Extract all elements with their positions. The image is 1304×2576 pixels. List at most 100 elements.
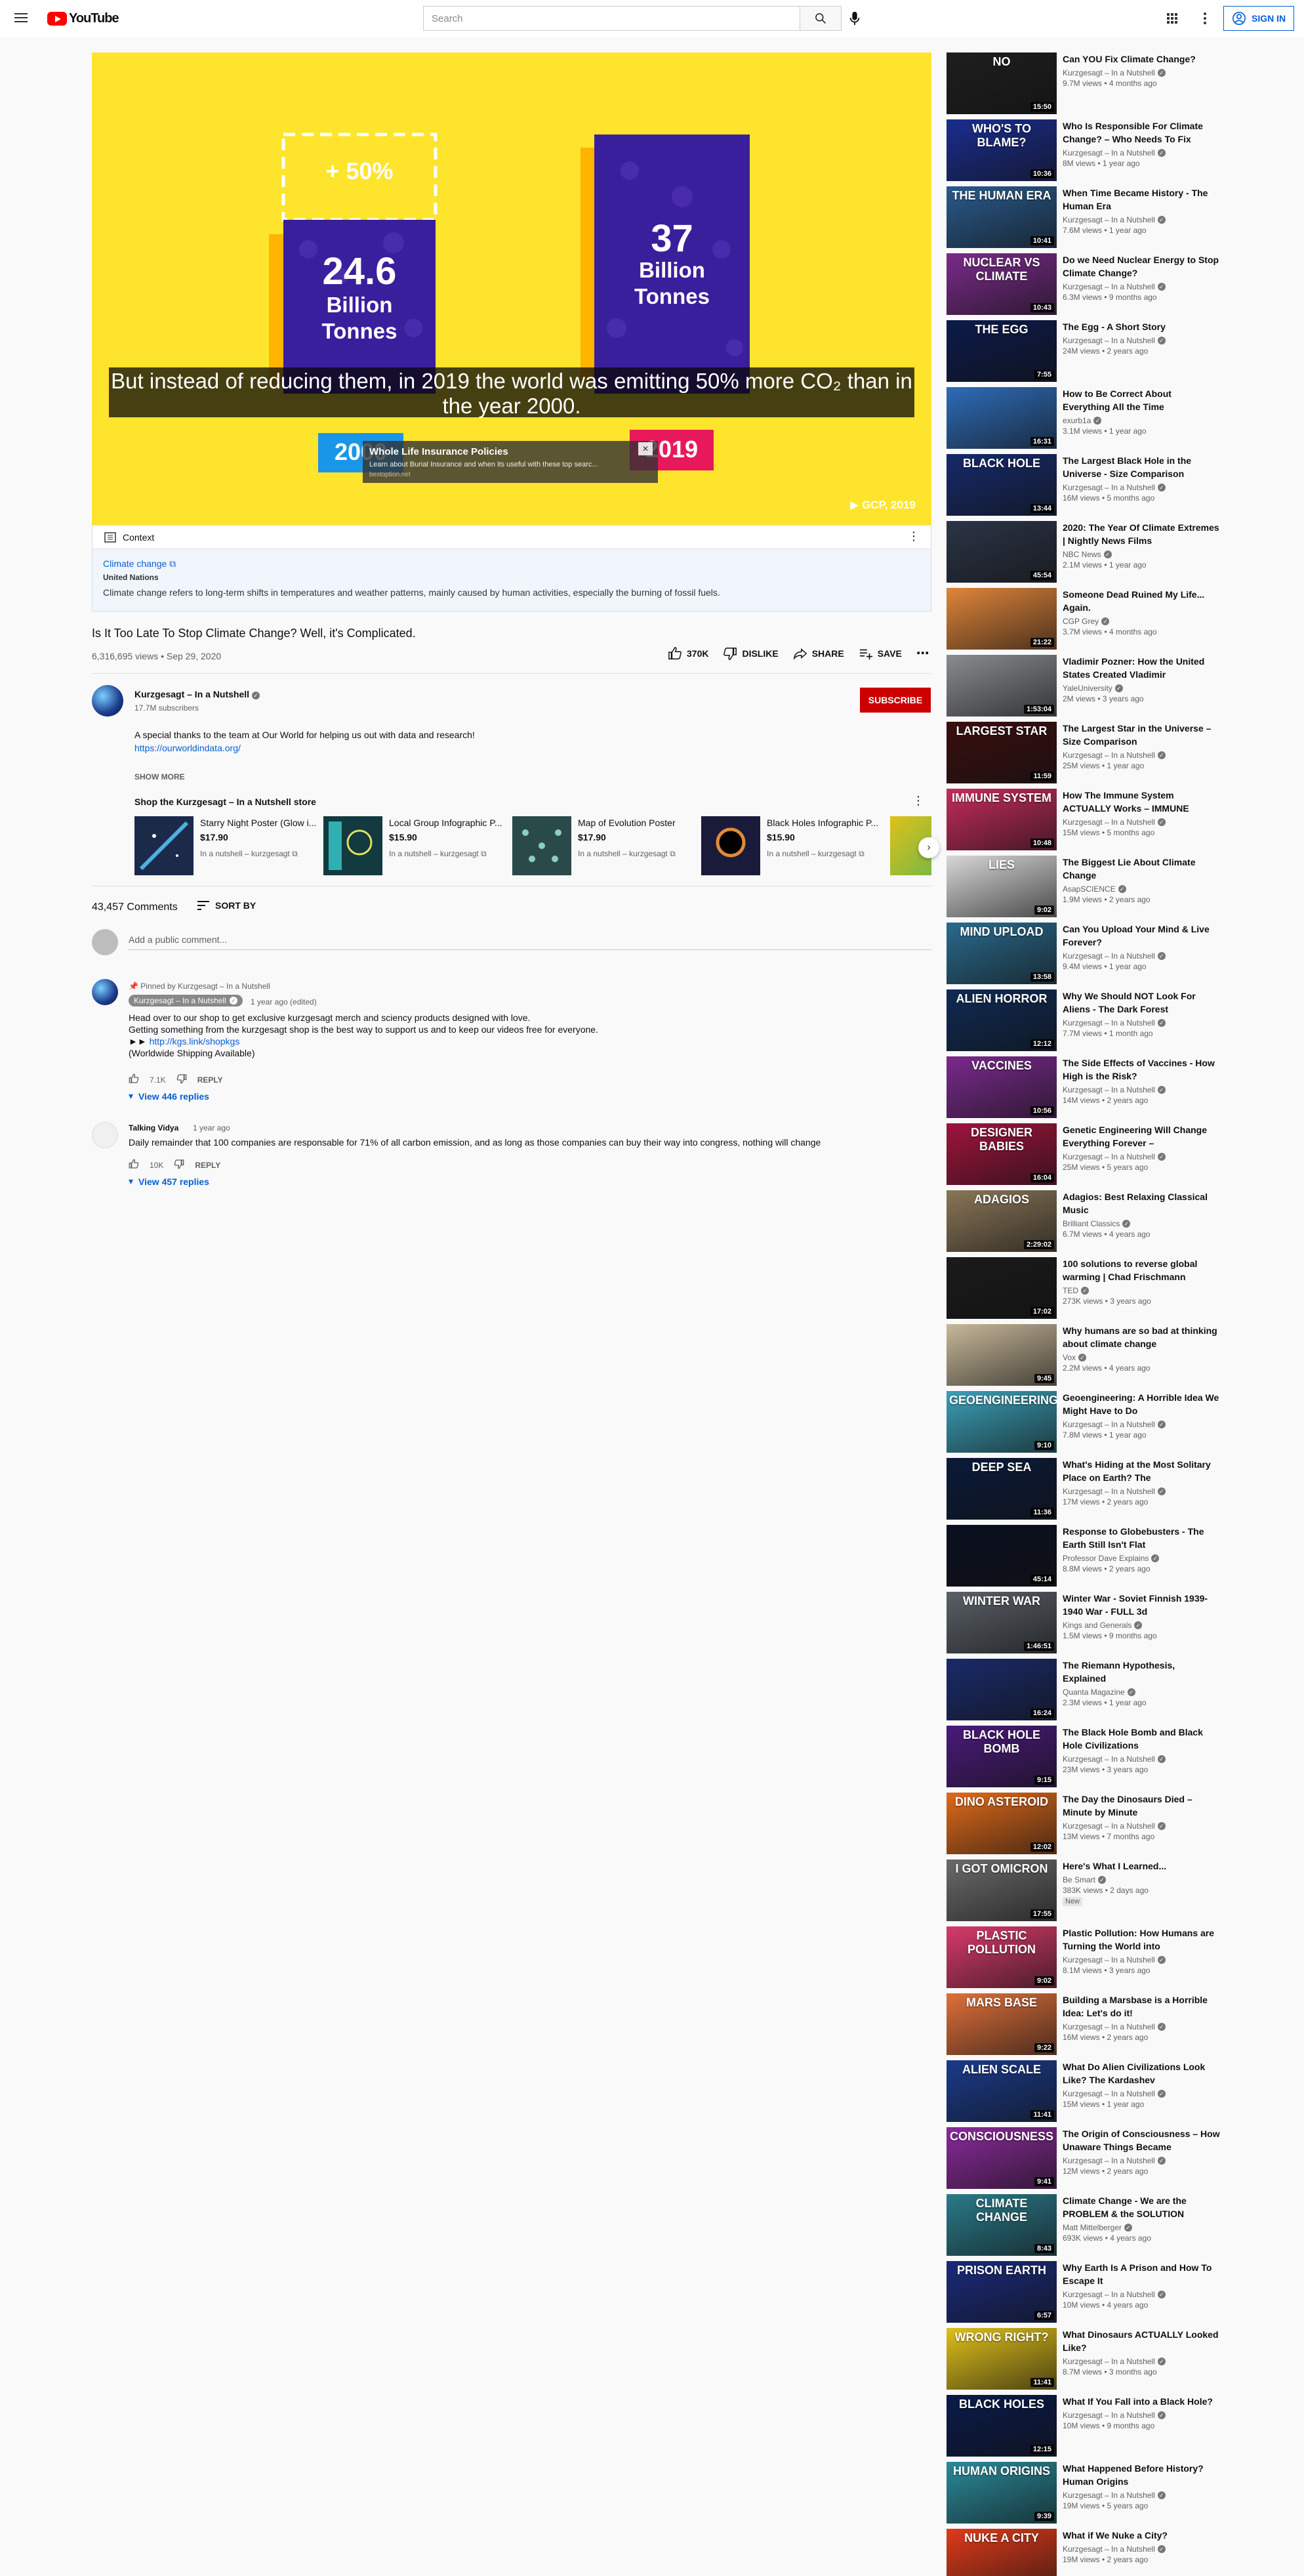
video-channel[interactable]: AsapSCIENCE ✓ bbox=[1063, 884, 1220, 894]
video-thumbnail[interactable]: I GOT OMICRON 17:55 bbox=[947, 1859, 1057, 1921]
video-title[interactable]: Vladimir Pozner: How the United States C… bbox=[1063, 655, 1220, 681]
video-title[interactable]: Adagios: Best Relaxing Classical Music bbox=[1063, 1190, 1220, 1216]
comment-dislike-button[interactable] bbox=[176, 1073, 187, 1086]
video-channel[interactable]: Kings and Generals ✓ bbox=[1063, 1621, 1220, 1630]
video-title[interactable]: The Largest Black Hole in the Universe -… bbox=[1063, 454, 1220, 480]
video-channel[interactable]: Kurzgesagt – In a Nutshell ✓ bbox=[1063, 2545, 1220, 2554]
video-channel[interactable]: Kurzgesagt – In a Nutshell ✓ bbox=[1063, 1955, 1220, 1964]
video-channel[interactable]: Kurzgesagt – In a Nutshell ✓ bbox=[1063, 818, 1220, 827]
video-title[interactable]: The Side Effects of Vaccines - How High … bbox=[1063, 1056, 1220, 1083]
video-thumbnail[interactable]: GEOENGINEERING 9:10 bbox=[947, 1391, 1057, 1453]
video-channel[interactable]: exurb1a ✓ bbox=[1063, 416, 1220, 425]
comment-dislike-button[interactable] bbox=[174, 1159, 184, 1171]
video-thumbnail[interactable]: 45:54 bbox=[947, 521, 1057, 583]
description-link[interactable]: https://ourworldindata.org/ bbox=[134, 743, 241, 753]
related-video[interactable]: I GOT OMICRON 17:55 Here's What I Learned.… bbox=[947, 1859, 1222, 1921]
video-title[interactable]: Can YOU Fix Climate Change? bbox=[1063, 52, 1220, 66]
related-video[interactable]: 45:14 Response to Globebusters - The Eart… bbox=[947, 1525, 1222, 1587]
related-video[interactable]: LIES 9:02 The Biggest Lie About Climate Ch… bbox=[947, 856, 1222, 917]
video-title[interactable]: How The Immune System ACTUALLY Works – I… bbox=[1063, 789, 1220, 815]
video-thumbnail[interactable]: 16:31 bbox=[947, 387, 1057, 449]
subscribe-button[interactable]: SUBSCRIBE bbox=[860, 688, 931, 713]
dislike-button[interactable]: DISLIKE bbox=[723, 645, 779, 661]
video-thumbnail[interactable]: LARGEST STAR 11:59 bbox=[947, 722, 1057, 783]
video-title[interactable]: Response to Globebusters - The Earth Sti… bbox=[1063, 1525, 1220, 1551]
related-video[interactable]: NUKE A CITY What if We Nuke a City? Kurzge… bbox=[947, 2529, 1222, 2576]
video-thumbnail[interactable]: ADAGIOS 2:29:02 bbox=[947, 1190, 1057, 1252]
video-thumbnail[interactable]: VACCINES 10:56 bbox=[947, 1056, 1057, 1118]
video-channel[interactable]: Professor Dave Explains ✓ bbox=[1063, 1554, 1220, 1563]
video-channel[interactable]: Kurzgesagt – In a Nutshell ✓ bbox=[1063, 483, 1220, 492]
related-video[interactable]: 1:53:04 Vladimir Pozner: How the United S… bbox=[947, 655, 1222, 717]
video-title[interactable]: The Black Hole Bomb and Black Hole Civil… bbox=[1063, 1726, 1220, 1752]
comment-like-button[interactable] bbox=[129, 1159, 139, 1171]
video-thumbnail[interactable]: WINTER WAR 1:46:51 bbox=[947, 1592, 1057, 1653]
related-video[interactable]: ALIEN SCALE 11:41 What Do Alien Civilizati… bbox=[947, 2060, 1222, 2122]
video-channel[interactable]: Be Smart ✓ bbox=[1063, 1875, 1220, 1884]
video-channel[interactable]: Kurzgesagt – In a Nutshell ✓ bbox=[1063, 1755, 1220, 1764]
related-video[interactable]: THE EGG 7:55 The Egg - A Short Story Kurzge… bbox=[947, 320, 1222, 382]
chevron-right-icon[interactable]: › bbox=[918, 837, 939, 858]
video-channel[interactable]: Kurzgesagt – In a Nutshell ✓ bbox=[1063, 1420, 1220, 1429]
share-button[interactable]: SHARE bbox=[793, 645, 844, 661]
comment-time[interactable]: 1 year ago (edited) bbox=[251, 997, 317, 1007]
related-video[interactable]: MARS BASE 9:22 Building a Marsbase is a Ho… bbox=[947, 1993, 1222, 2055]
video-channel[interactable]: Kurzgesagt – In a Nutshell ✓ bbox=[1063, 336, 1220, 345]
related-video[interactable]: BLACK HOLES 12:15 What If You Fall into a … bbox=[947, 2395, 1222, 2457]
related-video[interactable]: BLACK HOLE BOMB 9:15 The Black Hole Bomb a… bbox=[947, 1726, 1222, 1787]
video-thumbnail[interactable]: BLACK HOLE 13:44 bbox=[947, 454, 1057, 516]
more-vert-icon[interactable] bbox=[1197, 10, 1213, 26]
video-title[interactable]: The Egg - A Short Story bbox=[1063, 320, 1220, 333]
related-video[interactable]: CLIMATE CHANGE 8:43 Climate Change - We ar… bbox=[947, 2194, 1222, 2256]
video-thumbnail[interactable]: BLACK HOLE BOMB 9:15 bbox=[947, 1726, 1057, 1787]
video-title[interactable]: Genetic Engineering Will Change Everythi… bbox=[1063, 1123, 1220, 1150]
video-title[interactable]: Why We Should NOT Look For Aliens - The … bbox=[1063, 989, 1220, 1016]
context-more-icon[interactable]: ⋮ bbox=[907, 530, 920, 544]
video-thumbnail[interactable]: WHO'S TO BLAME? 10:36 bbox=[947, 119, 1057, 181]
related-video[interactable]: NUCLEAR VS CLIMATE 10:43 Do we Need Nuclea… bbox=[947, 253, 1222, 315]
video-channel[interactable]: Kurzgesagt – In a Nutshell ✓ bbox=[1063, 751, 1220, 760]
related-video[interactable]: GEOENGINEERING 9:10 Geoengineering: A Horr… bbox=[947, 1391, 1222, 1453]
video-thumbnail[interactable]: 1:53:04 bbox=[947, 655, 1057, 717]
video-player[interactable]: + 50% 24.6 Billion Tonnes 37 Billion Ton… bbox=[92, 52, 931, 525]
video-channel[interactable]: Kurzgesagt – In a Nutshell ✓ bbox=[1063, 1152, 1220, 1161]
comment-time[interactable]: 1 year ago bbox=[193, 1123, 230, 1132]
video-channel[interactable]: Kurzgesagt – In a Nutshell ✓ bbox=[1063, 2290, 1220, 2299]
video-thumbnail[interactable]: IMMUNE SYSTEM 10:48 bbox=[947, 789, 1057, 850]
video-title[interactable]: Winter War - Soviet Finnish 1939-1940 Wa… bbox=[1063, 1592, 1220, 1618]
related-video[interactable]: THE HUMAN ERA 10:41 When Time Became Histo… bbox=[947, 186, 1222, 248]
related-video[interactable]: WRONG RIGHT? 11:41 What Dinosaurs ACTUALLY… bbox=[947, 2328, 1222, 2390]
reply-button[interactable]: REPLY bbox=[195, 1161, 220, 1170]
reply-button[interactable]: REPLY bbox=[197, 1075, 223, 1085]
video-title[interactable]: Building a Marsbase is a Horrible Idea: … bbox=[1063, 1993, 1220, 2020]
shop-item[interactable]: Map of Evolution Poster $17.90 In a nutshe… bbox=[512, 816, 695, 875]
related-video[interactable]: HUMAN ORIGINS 9:39 What Happened Before Hi… bbox=[947, 2462, 1222, 2524]
related-video[interactable]: ADAGIOS 2:29:02 Adagios: Best Relaxing Cla… bbox=[947, 1190, 1222, 1252]
video-channel[interactable]: Kurzgesagt – In a Nutshell ✓ bbox=[1063, 2089, 1220, 2098]
shop-more-icon[interactable]: ⋮ bbox=[912, 795, 925, 808]
shop-item[interactable]: Starry Night Poster (Glow i... $17.90 In a… bbox=[134, 816, 317, 875]
related-video[interactable]: DEEP SEA 11:36 What's Hiding at the Most S… bbox=[947, 1458, 1222, 1520]
video-thumbnail[interactable]: 9:45 bbox=[947, 1324, 1057, 1386]
video-thumbnail[interactable]: THE HUMAN ERA 10:41 bbox=[947, 186, 1057, 248]
ad-close-icon[interactable]: ✕ bbox=[638, 442, 653, 455]
video-thumbnail[interactable]: PLASTIC POLLUTION 9:02 bbox=[947, 1926, 1057, 1988]
video-channel[interactable]: YaleUniversity ✓ bbox=[1063, 684, 1220, 693]
video-thumbnail[interactable]: ALIEN SCALE 11:41 bbox=[947, 2060, 1057, 2122]
shop-item[interactable]: Local Group Infographic P... $15.90 In a n… bbox=[323, 816, 506, 875]
menu-icon[interactable] bbox=[13, 10, 29, 26]
video-channel[interactable]: TED ✓ bbox=[1063, 1286, 1220, 1295]
comment-author-badge[interactable]: Kurzgesagt – In a Nutshell ✓ bbox=[129, 995, 243, 1007]
apps-grid-icon[interactable] bbox=[1164, 10, 1180, 26]
video-title[interactable]: The Day the Dinosaurs Died – Minute by M… bbox=[1063, 1793, 1220, 1819]
related-video[interactable]: PLASTIC POLLUTION 9:02 Plastic Pollution: … bbox=[947, 1926, 1222, 1988]
video-channel[interactable]: Kurzgesagt – In a Nutshell ✓ bbox=[1063, 1018, 1220, 1028]
video-channel[interactable]: Kurzgesagt – In a Nutshell ✓ bbox=[1063, 1487, 1220, 1496]
video-channel[interactable]: Kurzgesagt – In a Nutshell ✓ bbox=[1063, 2491, 1220, 2500]
video-thumbnail[interactable]: 17:02 bbox=[947, 1257, 1057, 1319]
video-thumbnail[interactable]: THE EGG 7:55 bbox=[947, 320, 1057, 382]
video-thumbnail[interactable]: DESIGNER BABIES 16:04 bbox=[947, 1123, 1057, 1185]
microphone-button[interactable] bbox=[846, 10, 863, 27]
video-title[interactable]: Plastic Pollution: How Humans are Turnin… bbox=[1063, 1926, 1220, 1953]
video-title[interactable]: The Largest Star in the Universe – Size … bbox=[1063, 722, 1220, 748]
